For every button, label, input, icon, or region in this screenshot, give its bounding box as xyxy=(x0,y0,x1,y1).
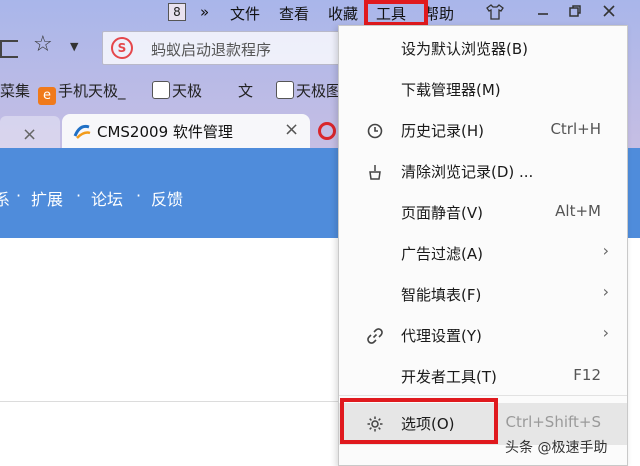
bookmark-item[interactable]: e 手机天极_ xyxy=(38,80,126,105)
menu-item-mute-page[interactable]: 页面静音(V) Alt+M xyxy=(339,192,627,233)
tab-inactive[interactable]: × xyxy=(0,116,60,148)
menu-help[interactable]: 帮助 xyxy=(424,3,454,24)
bookmark-item[interactable]: 天极 xyxy=(152,80,202,101)
menu-item-default-browser[interactable]: 设为默认浏览器(B) xyxy=(339,28,627,69)
tab-close-button[interactable]: × xyxy=(284,119,299,140)
menu-item-autofill[interactable]: 智能填表(F) › xyxy=(339,274,627,315)
page-icon xyxy=(152,81,170,99)
nav-separator: · xyxy=(16,186,22,205)
more-chevron[interactable]: » xyxy=(200,3,209,21)
nav-separator: · xyxy=(76,186,82,205)
menu-separator xyxy=(339,395,627,396)
watermark: 头条 @极速手助 xyxy=(505,440,608,456)
star-icon[interactable]: ☆ xyxy=(33,32,53,57)
bookmark-item[interactable]: 菜集 xyxy=(0,80,30,101)
search-engine-icon[interactable]: S xyxy=(111,37,133,59)
bookmark-item[interactable]: 文 xyxy=(238,80,253,101)
tools-menu-highlight xyxy=(364,0,428,26)
restore-icon[interactable] xyxy=(568,4,582,22)
tab-active[interactable]: CMS2009 软件管理 × xyxy=(62,114,310,148)
menu-item-label: 历史记录(H) xyxy=(401,122,484,140)
nav-separator: · xyxy=(136,186,142,205)
submenu-arrow-icon: › xyxy=(602,323,609,342)
menu-item-history[interactable]: 历史记录(H) Ctrl+H xyxy=(339,110,627,151)
bookmark-label: 天极图 xyxy=(296,82,342,100)
menu-item-shortcut: Ctrl+Shift+S xyxy=(505,413,601,431)
menu-item-clear-history[interactable]: 清除浏览记录(D) ... xyxy=(339,151,627,192)
menu-item-label: 下载管理器(M) xyxy=(401,81,501,99)
menu-file[interactable]: 文件 xyxy=(230,3,260,24)
tab-close-button[interactable]: × xyxy=(22,124,37,145)
menu-item-proxy-settings[interactable]: 代理设置(Y) › xyxy=(339,315,627,356)
nav-item-extend[interactable]: 扩展 xyxy=(31,186,63,210)
divider xyxy=(0,401,340,402)
cms-logo-icon xyxy=(73,124,91,139)
submenu-arrow-icon: › xyxy=(602,241,609,260)
bookmark-label: 文 xyxy=(238,82,254,100)
menu-item-shortcut: Ctrl+H xyxy=(550,120,601,138)
broom-icon xyxy=(369,165,381,180)
title-bar: 8 » 文件 查看 收藏 工具 帮助 xyxy=(0,0,640,28)
menu-view[interactable]: 查看 xyxy=(279,3,309,24)
link-icon xyxy=(367,328,383,344)
grid-icon[interactable] xyxy=(0,40,18,58)
bookmark-item[interactable]: 天极图 xyxy=(276,80,341,101)
address-text[interactable]: 蚂蚁启动退款程序 xyxy=(151,39,271,60)
menu-item-ad-filter[interactable]: 广告过滤(A) › xyxy=(339,233,627,274)
menu-item-label: 广告过滤(A) xyxy=(401,245,483,263)
submenu-arrow-icon: › xyxy=(602,282,609,301)
weibo-icon[interactable] xyxy=(318,122,336,140)
nav-item-forum[interactable]: 论坛 xyxy=(91,186,123,210)
menu-item-label: 清除浏览记录(D) ... xyxy=(401,163,534,181)
tab-title: CMS2009 软件管理 xyxy=(97,123,233,141)
chevron-down-icon[interactable]: ▼ xyxy=(70,40,78,53)
menu-item-shortcut: Alt+M xyxy=(555,202,601,220)
clock-icon xyxy=(367,123,383,139)
menu-item-label: 代理设置(Y) xyxy=(401,327,482,345)
address-bar[interactable]: S 蚂蚁启动退款程序 xyxy=(102,31,362,65)
shirt-icon[interactable] xyxy=(486,4,504,24)
menu-item-download-manager[interactable]: 下载管理器(M) xyxy=(339,69,627,110)
tab-count-badge[interactable]: 8 xyxy=(168,3,186,21)
nav-item-feedback[interactable]: 反馈 xyxy=(151,186,183,210)
site-e-icon: e xyxy=(38,87,56,105)
page-icon xyxy=(276,81,294,99)
nav-item[interactable]: 系 xyxy=(0,186,10,210)
bookmark-label: 菜集 xyxy=(0,82,31,100)
menu-item-label: 智能填表(F) xyxy=(401,286,482,304)
bookmark-label: 手机天极_ xyxy=(58,82,126,100)
menu-favorites[interactable]: 收藏 xyxy=(328,3,358,24)
bookmark-label: 天极 xyxy=(172,82,203,100)
menu-item-label: 页面静音(V) xyxy=(401,204,483,222)
menu-item-label: 设为默认浏览器(B) xyxy=(401,40,528,58)
menu-item-shortcut: F12 xyxy=(573,366,601,384)
options-highlight xyxy=(340,398,498,444)
close-icon[interactable] xyxy=(602,4,616,22)
menu-item-label: 开发者工具(T) xyxy=(401,368,497,386)
minimize-icon[interactable] xyxy=(536,4,550,22)
menu-item-developer-tools[interactable]: 开发者工具(T) F12 xyxy=(339,356,627,397)
